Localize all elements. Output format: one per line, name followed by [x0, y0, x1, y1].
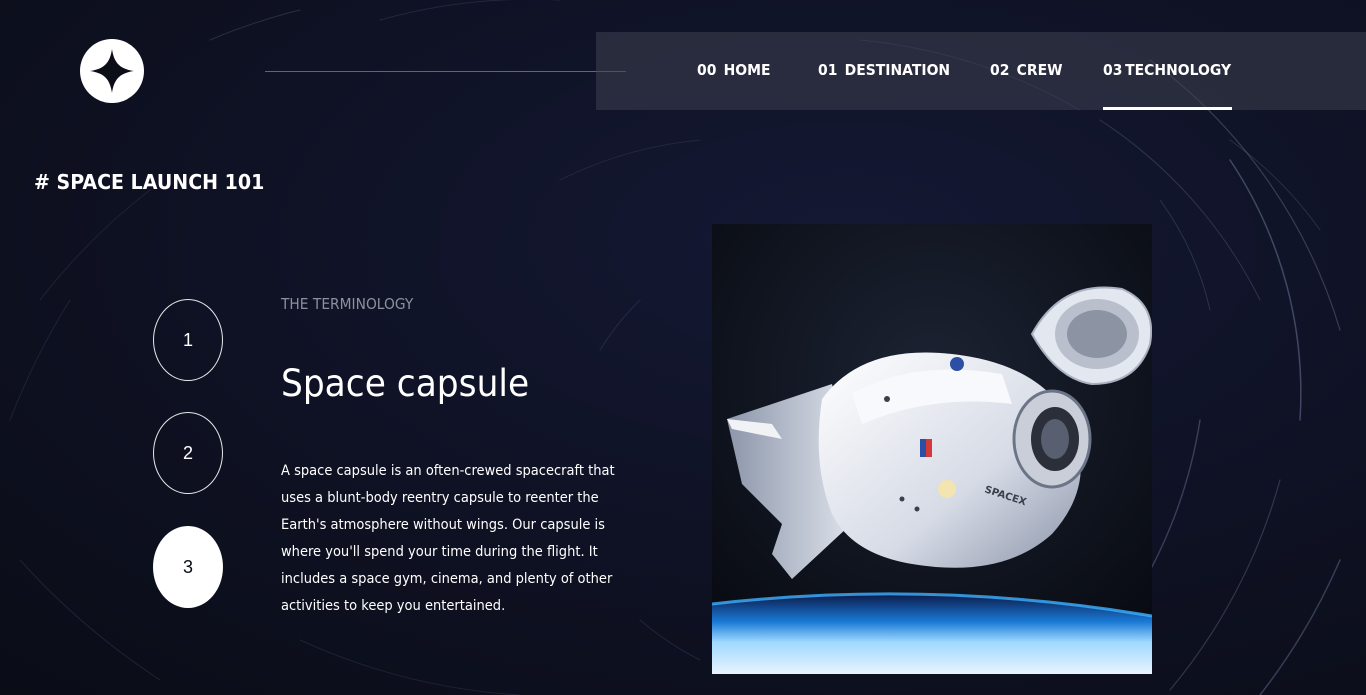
nav-crew-label: CREW [1016, 61, 1063, 79]
nav-crew-number: 02 [990, 61, 1010, 79]
terminology-label: THE TERMINOLOGY [281, 295, 414, 313]
nav-destination[interactable]: 01 DESTINATION [818, 32, 950, 110]
four-point-star-icon[interactable] [80, 39, 144, 103]
step-button-1[interactable]: 1 [153, 299, 223, 381]
space-capsule-photo: SPACEX [712, 224, 1152, 674]
nav-technology-label: TECHNOLOGY [1125, 61, 1232, 79]
header-divider [265, 71, 626, 72]
step-button-2[interactable]: 2 [153, 412, 223, 494]
nav-crew[interactable]: 02 CREW [990, 32, 1063, 110]
technology-title: Space capsule [281, 362, 530, 405]
nav-active-indicator [1103, 107, 1232, 110]
nav-technology-number: 03 [1103, 61, 1123, 79]
nav-home-number: 00 [697, 61, 717, 79]
nav-destination-label: DESTINATION [844, 61, 951, 79]
page-heading: # SPACE LAUNCH 101 [34, 170, 265, 194]
nav-destination-number: 01 [818, 61, 838, 79]
nav-technology[interactable]: 03 TECHNOLOGY [1103, 32, 1231, 110]
step-button-3[interactable]: 3 [153, 526, 223, 608]
technology-description: A space capsule is an often-crewed space… [281, 463, 615, 614]
main-nav: 00 HOME 01 DESTINATION 02 CREW 03 TECHNOLOGY [596, 32, 1366, 110]
nav-home[interactable]: 00 HOME [697, 32, 771, 110]
nav-home-label: HOME [723, 61, 771, 79]
